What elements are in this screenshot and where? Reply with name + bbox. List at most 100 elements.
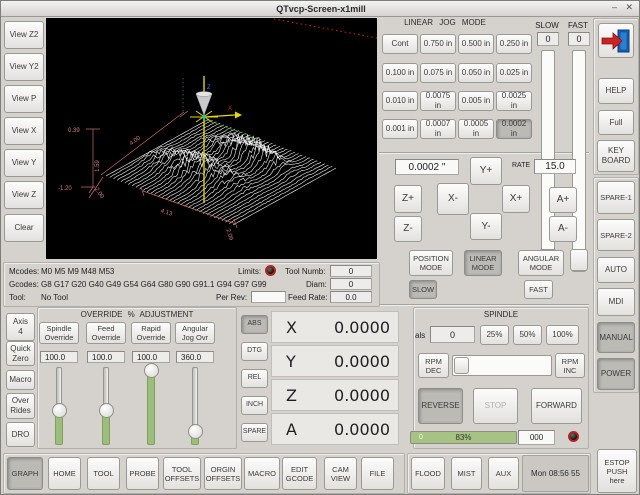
dro-rel-button[interactable]: REL (241, 369, 268, 388)
jog-y-plus-button[interactable]: Y+ (470, 157, 502, 185)
angular-mode-button[interactable]: ANGULAR MODE (518, 250, 564, 276)
jog-z-plus-button[interactable]: Z+ (394, 185, 422, 213)
quick-zero-button[interactable]: Quick Zero (6, 341, 35, 366)
spindle-led (568, 431, 579, 442)
slow-rate-button[interactable]: SLOW (409, 280, 437, 299)
spare-1-button[interactable]: SPARE-1 (597, 181, 635, 214)
jog-increment-00002[interactable]: 0.0002 in (496, 119, 532, 139)
jog-y-minus-button[interactable]: Y- (470, 213, 502, 240)
linear-mode-button[interactable]: LINEAR MODE (464, 250, 502, 276)
spare-2-button[interactable]: SPARE-2 (597, 219, 635, 251)
title-bar[interactable]: QTvcp-Screen-x1mill – ✕ (1, 1, 640, 17)
macro-side-button[interactable]: Macro (6, 370, 35, 390)
spindle-override-label: Spindle Override (39, 322, 79, 344)
jog-x-plus-button[interactable]: X+ (502, 185, 530, 213)
exit-button[interactable] (598, 23, 634, 58)
dro-dtg-button[interactable]: DTG (241, 342, 268, 361)
view-p-button[interactable]: View P (4, 85, 44, 113)
rpm-slider-handle[interactable] (454, 357, 469, 374)
dro-side-button[interactable]: DRO (6, 422, 35, 447)
jog-increment-00005[interactable]: 0.0005 in (458, 119, 494, 139)
jog-increment-0001[interactable]: 0.001 in (382, 119, 418, 139)
view-z2-button[interactable]: View Z2 (4, 21, 44, 49)
jog-increment-0750[interactable]: 0.750 in (420, 34, 456, 54)
axis-4-button[interactable]: Axis 4 (6, 313, 35, 341)
spindle-rpm-spinbox[interactable]: 000 (518, 430, 555, 445)
auto-mode-button[interactable]: AUTO (597, 257, 635, 283)
tool-numb-value: 0 (330, 265, 372, 277)
keyboard-button[interactable]: KEY BOARD (597, 140, 635, 172)
jog-increment-0005[interactable]: 0.005 in (458, 91, 494, 111)
dro-abs-button[interactable]: ABS (241, 315, 268, 334)
jog-increment-00007[interactable]: 0.0007 in (420, 119, 456, 139)
diam-label: Diam: (306, 280, 327, 289)
tab-tool[interactable]: TOOL (87, 457, 120, 490)
rapid-override-handle[interactable] (144, 363, 159, 378)
gcode-preview[interactable]: 0.39 1.59 -1.20 4.00 2.00 4.13 2.09 Z (46, 18, 377, 259)
mdi-mode-button[interactable]: MDI (597, 288, 635, 316)
help-button[interactable]: HELP (598, 78, 634, 104)
tab-macro[interactable]: MACRO (244, 457, 280, 490)
tab-file[interactable]: FILE (361, 457, 394, 490)
fast-slider-handle[interactable] (570, 249, 588, 271)
view-x-button[interactable]: View X (4, 117, 44, 145)
minimize-icon[interactable]: – (612, 2, 617, 12)
flood-button[interactable]: FLOOD (411, 457, 445, 490)
spindle-stop-button[interactable]: STOP (473, 388, 518, 424)
view-y-button[interactable]: View Y (4, 149, 44, 177)
tab-home[interactable]: HOME (48, 457, 81, 490)
aux-button[interactable]: AUX (488, 457, 519, 490)
jog-increment-00075[interactable]: 0.0075 in (420, 91, 456, 111)
view-y2-button[interactable]: View Y2 (4, 53, 44, 81)
jog-x-minus-button[interactable]: X- (437, 183, 469, 215)
view-z-button[interactable]: View Z (4, 181, 44, 209)
clear-view-button[interactable]: Clear (4, 214, 44, 242)
jog-increment-0050[interactable]: 0.050 in (458, 63, 494, 83)
power-button[interactable]: POWER (597, 358, 635, 390)
jog-increment-00025[interactable]: 0.0025 in (496, 91, 532, 111)
jog-increment-cont[interactable]: Cont (382, 34, 418, 54)
rate-label: RATE (512, 162, 530, 169)
dro-inch-button[interactable]: INCH (241, 396, 268, 415)
fast-rate-button[interactable]: FAST (524, 280, 553, 299)
angular-jog-handle[interactable] (188, 424, 203, 439)
jog-increment-0025[interactable]: 0.025 in (496, 63, 532, 83)
feed-override-handle[interactable] (99, 403, 114, 418)
close-icon[interactable]: ✕ (625, 2, 633, 13)
tab-graph[interactable]: GRAPH (7, 457, 43, 490)
overrides-button[interactable]: Over Rides (6, 393, 35, 419)
jog-z-minus-button[interactable]: Z- (394, 216, 422, 242)
tab-tool-offsets[interactable]: TOOL OFFSETS (163, 457, 201, 490)
rpm-dec-button[interactable]: RPM DEC (418, 353, 449, 378)
tab-probe[interactable]: PROBE (126, 457, 159, 490)
estop-button[interactable]: ESTOP PUSH here (597, 449, 637, 493)
spindle-forward-button[interactable]: FORWARD (531, 388, 582, 424)
spindle-override-handle[interactable] (52, 403, 67, 418)
rpm-inc-button[interactable]: RPM INC (555, 353, 585, 378)
dro-y-value: 0.0000 (334, 352, 390, 371)
spindle-reverse-button[interactable]: REVERSE (418, 388, 463, 424)
dro-z-value: 0.0000 (334, 386, 390, 405)
tab-origin-offsets[interactable]: ORGIN OFFSETS (204, 457, 242, 490)
jog-increment-0010[interactable]: 0.010 in (382, 91, 418, 111)
spindle-100-button[interactable]: 100% (546, 325, 579, 345)
angular-jog-override-value: 360.0 (176, 351, 214, 363)
jog-increment-0075[interactable]: 0.075 in (420, 63, 456, 83)
dim-bottom-edge: 4.13 (160, 208, 174, 217)
dro-spare-button[interactable]: SPARE (241, 423, 268, 442)
jog-mode-title: LINEAR JOG MODE (379, 18, 511, 27)
full-button[interactable]: Full (598, 110, 634, 135)
jog-increment-0250[interactable]: 0.250 in (496, 34, 532, 54)
jog-a-minus-button[interactable]: A- (549, 216, 577, 242)
tab-cam-view[interactable]: CAM VIEW (324, 457, 357, 490)
manual-mode-button[interactable]: MANUAL (597, 322, 635, 353)
jog-increment-0100[interactable]: 0.100 in (382, 63, 418, 83)
spindle-50-button[interactable]: 50% (513, 325, 542, 345)
tab-edit-gcode[interactable]: EDIT GCODE (282, 457, 317, 490)
fast-slider-label: FAST (563, 21, 593, 30)
position-mode-button[interactable]: POSITION MODE (409, 250, 453, 276)
spindle-25-button[interactable]: 25% (480, 325, 509, 345)
jog-increment-0500[interactable]: 0.500 in (458, 34, 494, 54)
mist-button[interactable]: MIST (451, 457, 482, 490)
jog-a-plus-button[interactable]: A+ (549, 187, 577, 213)
